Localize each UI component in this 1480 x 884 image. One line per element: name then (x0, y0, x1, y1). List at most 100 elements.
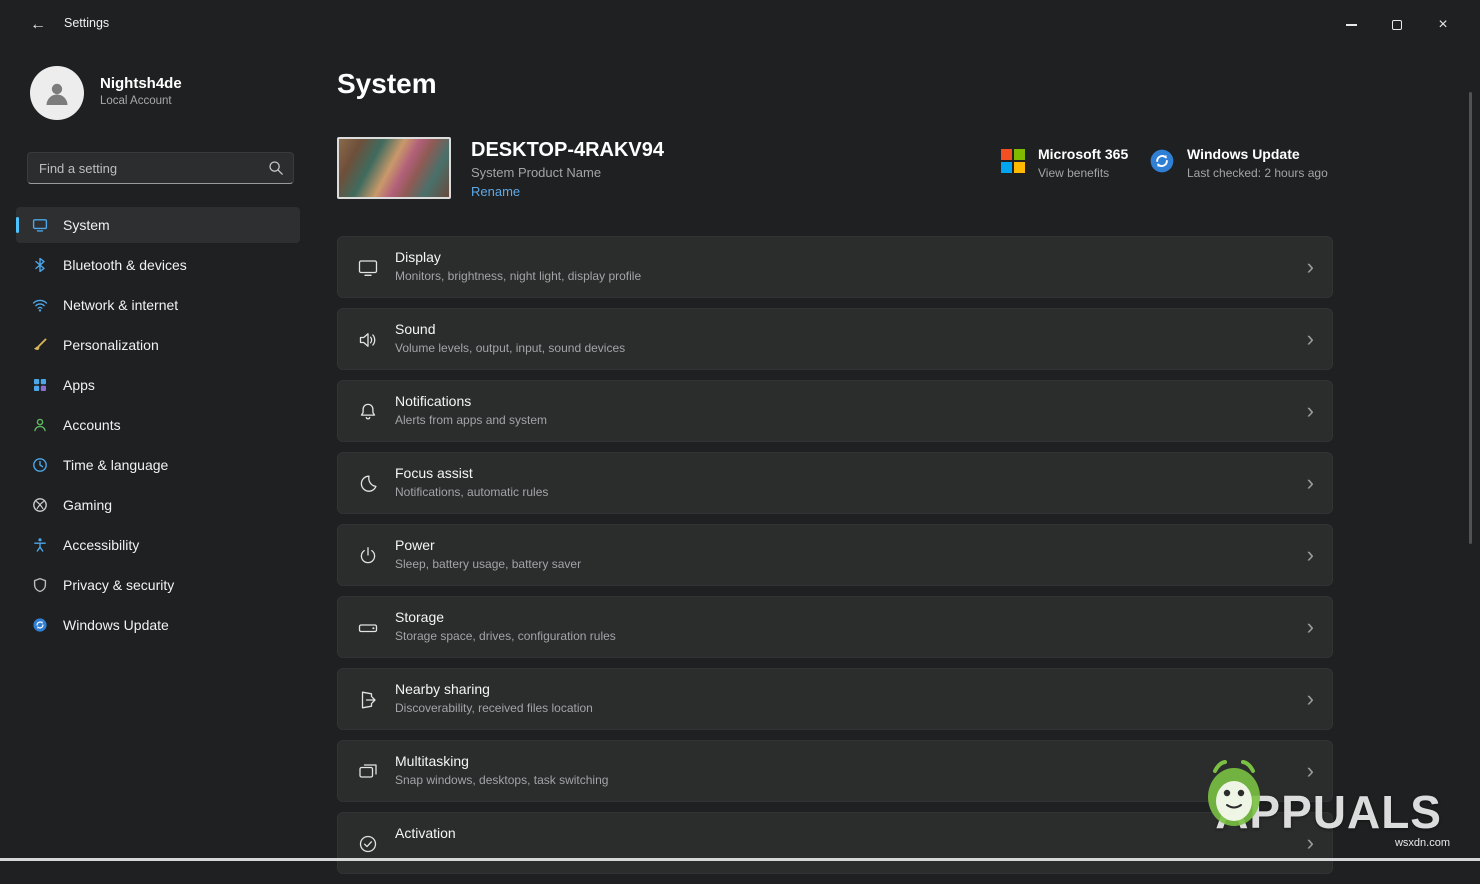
windows-update-icon (1149, 148, 1175, 179)
settings-row-multitasking[interactable]: Multitasking Snap windows, desktops, tas… (337, 740, 1333, 802)
sidebar-item-apps[interactable]: Apps (16, 367, 300, 403)
sidebar-item-accounts[interactable]: Accounts (16, 407, 300, 443)
xbox-icon (32, 497, 48, 513)
user-account-type: Local Account (100, 95, 172, 107)
sidebar-item-label: Gaming (63, 497, 112, 513)
person-icon (42, 78, 72, 108)
watermark: APPUALS (1215, 785, 1442, 839)
title-bar: ← Settings × (0, 0, 1480, 48)
paintbrush-icon (32, 337, 48, 353)
maximize-icon (1392, 20, 1402, 30)
close-icon: × (1438, 17, 1447, 33)
row-subtitle: Notifications, automatic rules (395, 485, 548, 499)
row-subtitle: Volume levels, output, input, sound devi… (395, 341, 625, 355)
row-subtitle: Storage space, drives, configuration rul… (395, 629, 616, 643)
bluetooth-icon (32, 257, 48, 273)
device-name: DESKTOP-4RAKV94 (471, 139, 664, 162)
drive-icon (356, 616, 380, 640)
windows-update-subtitle: Last checked: 2 hours ago (1187, 166, 1328, 180)
power-icon (356, 544, 380, 568)
avatar (30, 66, 84, 120)
scrollbar-thumb[interactable] (1469, 92, 1472, 544)
settings-row-display[interactable]: Display Monitors, brightness, night ligh… (337, 236, 1333, 298)
row-title: Focus assist (395, 465, 473, 481)
sidebar-item-label: Accessibility (63, 537, 139, 553)
window-title: Settings (64, 16, 109, 30)
sidebar-item-gaming[interactable]: Gaming (16, 487, 300, 523)
sidebar-item-network-internet[interactable]: Network & internet (16, 287, 300, 323)
speaker-icon (356, 328, 380, 352)
row-title: Activation (395, 825, 456, 841)
settings-row-sound[interactable]: Sound Volume levels, output, input, soun… (337, 308, 1333, 370)
sidebar-item-label: Personalization (63, 337, 159, 353)
chevron-right-icon: › (1307, 397, 1314, 425)
wifi-icon (32, 297, 48, 313)
sidebar-item-label: Time & language (63, 457, 168, 473)
row-title: Nearby sharing (395, 681, 490, 697)
bell-icon (356, 400, 380, 424)
sidebar-item-label: Apps (63, 377, 95, 393)
chevron-right-icon: › (1307, 541, 1314, 569)
chevron-right-icon: › (1307, 469, 1314, 497)
sidebar-item-bluetooth-devices[interactable]: Bluetooth & devices (16, 247, 300, 283)
chevron-right-icon: › (1307, 253, 1314, 281)
close-button[interactable]: × (1420, 10, 1466, 40)
sidebar-item-label: System (63, 217, 110, 233)
chevron-right-icon: › (1307, 325, 1314, 353)
sidebar-item-privacy-security[interactable]: Privacy & security (16, 567, 300, 603)
sidebar-item-windows-update[interactable]: Windows Update (16, 607, 300, 643)
sidebar: Nightsh4de Local Account System Bluetoot… (16, 48, 300, 861)
row-title: Storage (395, 609, 444, 625)
settings-row-storage[interactable]: Storage Storage space, drives, configura… (337, 596, 1333, 658)
accessibility-icon (32, 537, 48, 553)
row-title: Power (395, 537, 435, 553)
rename-link[interactable]: Rename (471, 184, 520, 199)
settings-row-focus-assist[interactable]: Focus assist Notifications, automatic ru… (337, 452, 1333, 514)
sidebar-nav: System Bluetooth & devices Network & int… (16, 207, 300, 647)
page-title: System (337, 68, 437, 100)
sidebar-item-label: Network & internet (63, 297, 178, 313)
microsoft-logo-icon (1000, 148, 1026, 179)
sidebar-item-label: Privacy & security (63, 577, 174, 593)
window-controls: × (1328, 10, 1466, 40)
moon-icon (356, 472, 380, 496)
system-icon (32, 217, 48, 233)
chevron-right-icon: › (1307, 757, 1314, 785)
sidebar-item-personalization[interactable]: Personalization (16, 327, 300, 363)
settings-row-nearby-sharing[interactable]: Nearby sharing Discoverability, received… (337, 668, 1333, 730)
display-icon (356, 256, 380, 280)
selected-indicator (16, 217, 19, 233)
shield-icon (32, 577, 48, 593)
maximize-button[interactable] (1374, 10, 1420, 40)
row-title: Notifications (395, 393, 471, 409)
sidebar-item-system[interactable]: System (16, 207, 300, 243)
minimize-button[interactable] (1328, 10, 1374, 40)
settings-row-notifications[interactable]: Notifications Alerts from apps and syste… (337, 380, 1333, 442)
main-content: System DESKTOP-4RAKV94 System Product Na… (337, 48, 1464, 861)
settings-row-power[interactable]: Power Sleep, battery usage, battery save… (337, 524, 1333, 586)
row-subtitle: Snap windows, desktops, task switching (395, 773, 608, 787)
settings-row-activation[interactable]: Activation › (337, 812, 1333, 874)
sidebar-item-accessibility[interactable]: Accessibility (16, 527, 300, 563)
windows-update-icon (32, 617, 48, 633)
sidebar-item-label: Accounts (63, 417, 121, 433)
row-title: Sound (395, 321, 435, 337)
sidebar-item-time-language[interactable]: Time & language (16, 447, 300, 483)
row-title: Display (395, 249, 441, 265)
share-icon (356, 688, 380, 712)
microsoft-365-subtitle: View benefits (1038, 166, 1109, 180)
row-title: Multitasking (395, 753, 469, 769)
search-input[interactable] (28, 153, 293, 183)
activation-check-icon (356, 832, 380, 856)
back-button[interactable]: ← (22, 12, 54, 38)
user-name: Nightsh4de (100, 75, 182, 92)
device-header: DESKTOP-4RAKV94 System Product Name Rena… (337, 136, 1464, 202)
row-subtitle: Discoverability, received files location (395, 701, 593, 715)
device-product-name: System Product Name (471, 165, 601, 180)
windows-stack-icon (356, 760, 380, 784)
search-box (27, 152, 294, 184)
row-subtitle: Alerts from apps and system (395, 413, 547, 427)
mascot-icon (1201, 759, 1267, 834)
minimize-icon (1346, 24, 1357, 25)
accounts-person-icon (32, 417, 48, 433)
